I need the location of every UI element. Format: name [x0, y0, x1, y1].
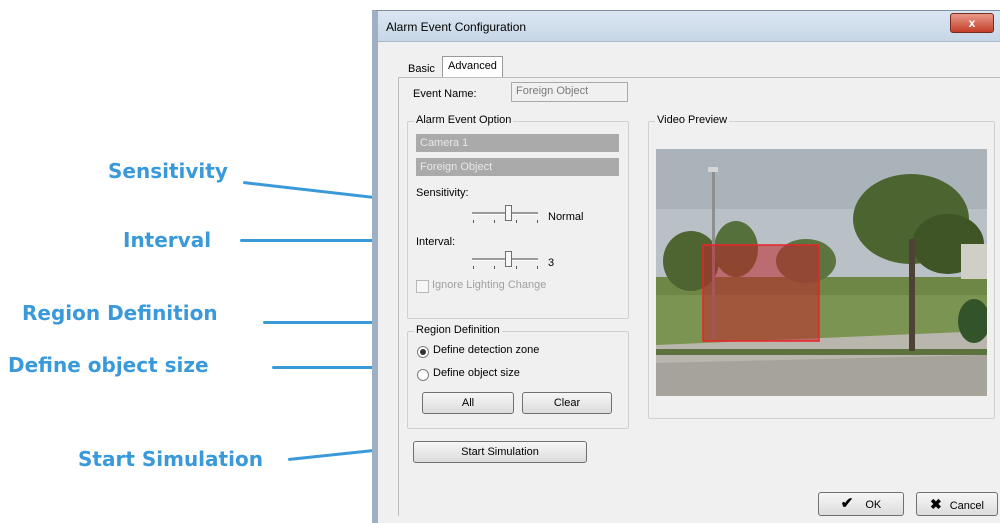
title-bar[interactable]: Alarm Event Configuration x: [378, 11, 1000, 42]
interval-slider[interactable]: [472, 251, 538, 269]
interval-value: 3: [548, 257, 555, 269]
sensitivity-label: Sensitivity:: [416, 187, 469, 199]
ok-label: OK: [865, 499, 882, 511]
dialog-client: Basic Advanced Event Name: Foreign Objec…: [378, 42, 1000, 523]
cancel-button[interactable]: ✖ Cancel: [916, 492, 998, 516]
close-button[interactable]: x: [950, 13, 994, 33]
detection-zone-overlay: [702, 244, 820, 342]
define-detection-zone-label: Define detection zone: [433, 344, 540, 356]
video-preview-group: Video Preview: [648, 114, 995, 419]
event-name-label: Event Name:: [413, 88, 477, 100]
tab-advanced[interactable]: Advanced: [442, 56, 503, 79]
x-icon: ✖: [930, 496, 942, 512]
alarm-event-option-title: Alarm Event Option: [414, 114, 514, 126]
clear-button[interactable]: Clear: [522, 392, 612, 414]
close-icon: x: [968, 16, 976, 30]
start-simulation-button[interactable]: Start Simulation: [413, 441, 587, 463]
region-definition-group: Region Definition Define detection zone …: [407, 324, 629, 429]
event-type-selector: Foreign Object: [416, 158, 619, 176]
callout-sensitivity: Sensitivity: [108, 159, 228, 183]
tab-panel-advanced: Event Name: Foreign Object Alarm Event O…: [398, 77, 1000, 516]
define-object-size-radio[interactable]: [417, 369, 429, 381]
video-preview-image[interactable]: [656, 149, 987, 396]
ignore-lighting-checkbox[interactable]: [416, 280, 429, 293]
park-scene-image: [656, 149, 987, 396]
callout-interval: Interval: [123, 228, 212, 252]
window-title: Alarm Event Configuration: [386, 20, 527, 34]
event-name-field[interactable]: Foreign Object: [511, 82, 628, 102]
ok-button[interactable]: ✔ OK: [818, 492, 904, 516]
ignore-lighting-label: Ignore Lighting Change: [432, 279, 547, 291]
callout-region-definition: Region Definition: [22, 301, 218, 325]
callout-object-size: Define object size: [8, 353, 209, 377]
all-button[interactable]: All: [422, 392, 514, 414]
region-definition-title: Region Definition: [414, 324, 502, 336]
define-object-size-label: Define object size: [433, 367, 520, 379]
camera-selector: Camera 1: [416, 134, 619, 152]
interval-slider-thumb[interactable]: [505, 251, 512, 267]
interval-label: Interval:: [416, 236, 456, 248]
cancel-label: Cancel: [949, 500, 984, 512]
define-detection-zone-radio[interactable]: [417, 346, 429, 358]
tab-basic[interactable]: Basic: [403, 60, 440, 78]
callout-start-simulation: Start Simulation: [78, 447, 263, 471]
video-preview-title: Video Preview: [655, 114, 730, 126]
sensitivity-slider-thumb[interactable]: [505, 205, 512, 221]
sensitivity-value: Normal: [548, 211, 584, 223]
sensitivity-slider[interactable]: [472, 205, 538, 223]
checkmark-icon: ✔: [840, 495, 854, 512]
dialog-window: Alarm Event Configuration x Basic Advanc…: [372, 10, 1000, 523]
alarm-event-option-group: Alarm Event Option Camera 1 Foreign Obje…: [407, 114, 629, 319]
